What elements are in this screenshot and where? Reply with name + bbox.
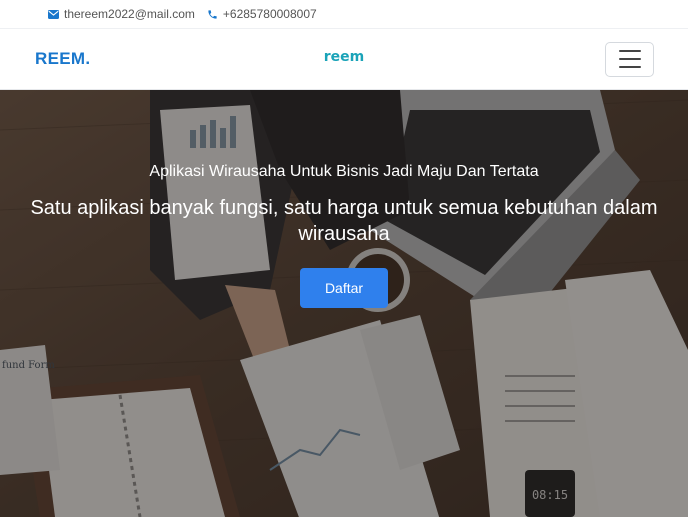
hamburger-menu-icon-bar — [618, 58, 641, 60]
phone-icon — [208, 9, 217, 19]
logo-text: reem — [324, 49, 364, 65]
phone-text: +6285780008007 — [222, 7, 317, 21]
brand-link[interactable]: REEM. — [35, 49, 90, 69]
phone-contact[interactable]: +6285780008007 — [207, 7, 317, 21]
reem-logo-mark: reem — [324, 49, 364, 65]
email-text: thereem2022@mail.com — [64, 7, 195, 21]
register-button[interactable]: Daftar — [300, 268, 388, 308]
menu-toggle-button[interactable] — [605, 41, 654, 77]
hero-headline: Satu aplikasi banyak fungsi, satu harga … — [30, 197, 658, 245]
hamburger-menu-icon — [618, 50, 641, 52]
email-contact[interactable]: thereem2022@mail.com — [48, 7, 195, 21]
navbar: REEM. reem — [0, 29, 688, 90]
reem-logo[interactable]: reem — [321, 49, 367, 70]
envelope-icon — [48, 9, 59, 19]
hero-kicker: Aplikasi Wirausaha Untuk Bisnis Jadi Maj… — [149, 163, 539, 180]
hero-section: 08:15 fund Form Aplikasi Wirausaha Untuk… — [0, 90, 688, 517]
topbar: thereem2022@mail.com +6285780008007 — [0, 0, 688, 29]
hamburger-menu-icon-bar — [618, 66, 641, 68]
